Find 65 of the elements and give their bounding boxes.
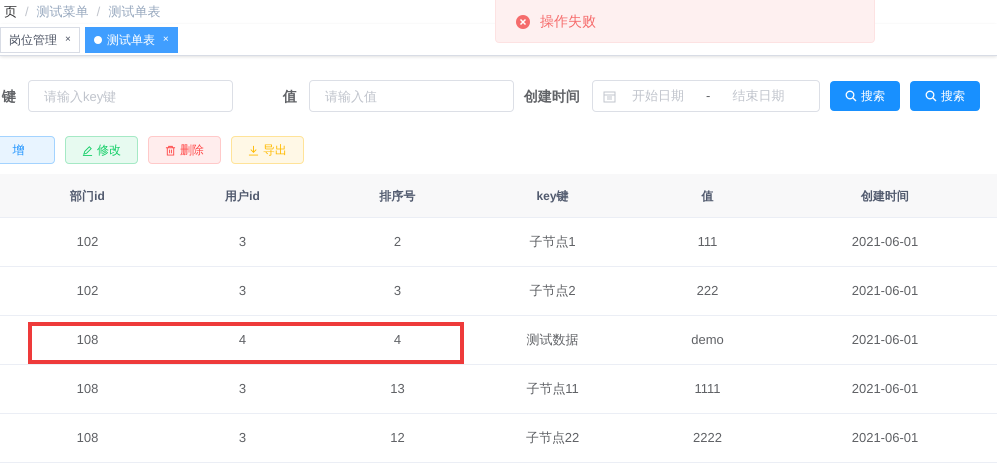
table-cell-text: 2021-06-01 bbox=[850, 331, 920, 350]
breadcrumb-item[interactable]: 测试菜单 bbox=[36, 2, 89, 22]
action-button[interactable]: 导出 bbox=[231, 136, 304, 164]
table-cell-text: 2021-06-01 bbox=[850, 233, 920, 252]
table-cell-text: 子节点22 bbox=[524, 429, 580, 448]
table-cell-text: 4 bbox=[392, 331, 402, 350]
table-cell-text: 108 bbox=[76, 380, 100, 398]
field-label: 值 bbox=[283, 86, 297, 106]
table-cell-text: 3 bbox=[238, 429, 248, 448]
table-cell-text: 1111 bbox=[693, 380, 722, 398]
breadcrumb-item: 页 bbox=[4, 3, 17, 22]
breadcrumb-item[interactable]: 测试单表 bbox=[108, 2, 160, 22]
table-cell-text: 2 bbox=[392, 233, 402, 252]
column-header: key键 bbox=[535, 188, 570, 204]
trash-icon bbox=[165, 144, 176, 156]
close-icon[interactable]: × bbox=[162, 32, 169, 47]
search-icon bbox=[845, 90, 857, 102]
search-button[interactable]: 搜索 bbox=[830, 81, 900, 111]
calendar-icon bbox=[603, 90, 616, 102]
download-icon bbox=[248, 144, 259, 156]
toast-message: 操作失败 bbox=[540, 12, 596, 31]
close-icon[interactable]: × bbox=[65, 32, 71, 47]
error-icon bbox=[516, 14, 530, 28]
table-cell-text: 3 bbox=[392, 282, 402, 300]
table-cell-text: 12 bbox=[389, 429, 406, 448]
table-cell-text: 子节点11 bbox=[525, 380, 580, 398]
table-cell-text: 测试数据 bbox=[526, 331, 580, 350]
breadcrumb-separator: / bbox=[25, 3, 29, 22]
table-cell-text: 2021-06-01 bbox=[850, 282, 920, 300]
column-header: 排序号 bbox=[378, 188, 416, 204]
field-label: 键 bbox=[2, 86, 16, 106]
field-label: 创建时间 bbox=[524, 86, 580, 106]
table-cell-text: 108 bbox=[76, 429, 100, 448]
action-button[interactable]: 删除 bbox=[148, 136, 221, 164]
search-button[interactable]: 搜索 bbox=[910, 81, 980, 111]
table-cell-text: 2021-06-01 bbox=[850, 429, 920, 448]
search-icon bbox=[925, 90, 937, 102]
table-cell-text: 3 bbox=[238, 282, 248, 300]
table-cell-text: 4 bbox=[238, 331, 248, 350]
table-cell-text: 2222 bbox=[692, 429, 723, 448]
tab[interactable]: 岗位管理 × bbox=[0, 26, 80, 52]
pencil-icon bbox=[82, 144, 93, 156]
table-cell-text: 子节点2 bbox=[528, 282, 577, 300]
table-cell-text: 222 bbox=[696, 282, 720, 300]
table-cell-text: 102 bbox=[76, 282, 100, 300]
table-cell-text: 13 bbox=[389, 380, 406, 398]
table-cell-text: 子节点1 bbox=[528, 233, 577, 252]
table-cell-text: demo bbox=[690, 331, 725, 350]
table-cell-text: 108 bbox=[76, 331, 100, 350]
table-cell-text: 3 bbox=[238, 233, 248, 252]
input-field[interactable]: 请输入key键 bbox=[28, 80, 233, 112]
column-header: 创建时间 bbox=[860, 188, 910, 204]
column-header: 部门id bbox=[68, 188, 106, 204]
breadcrumb-separator: / bbox=[96, 3, 100, 22]
input-field[interactable]: 请输入值 bbox=[309, 80, 514, 112]
tab[interactable]: 测试单表 × bbox=[84, 26, 178, 52]
table-cell-text: 3 bbox=[238, 380, 248, 398]
action-button[interactable]: 增 bbox=[0, 136, 55, 164]
table-cell-text: 111 bbox=[696, 233, 718, 252]
table-cell-text: 2021-06-01 bbox=[850, 380, 920, 398]
column-header: 值 bbox=[700, 188, 714, 204]
column-header: 用户id bbox=[224, 188, 261, 204]
date-range-field[interactable]: 开始日期 - 结束日期 bbox=[592, 80, 820, 112]
action-button[interactable]: 修改 bbox=[65, 136, 138, 164]
table-cell-text: 102 bbox=[76, 233, 100, 252]
